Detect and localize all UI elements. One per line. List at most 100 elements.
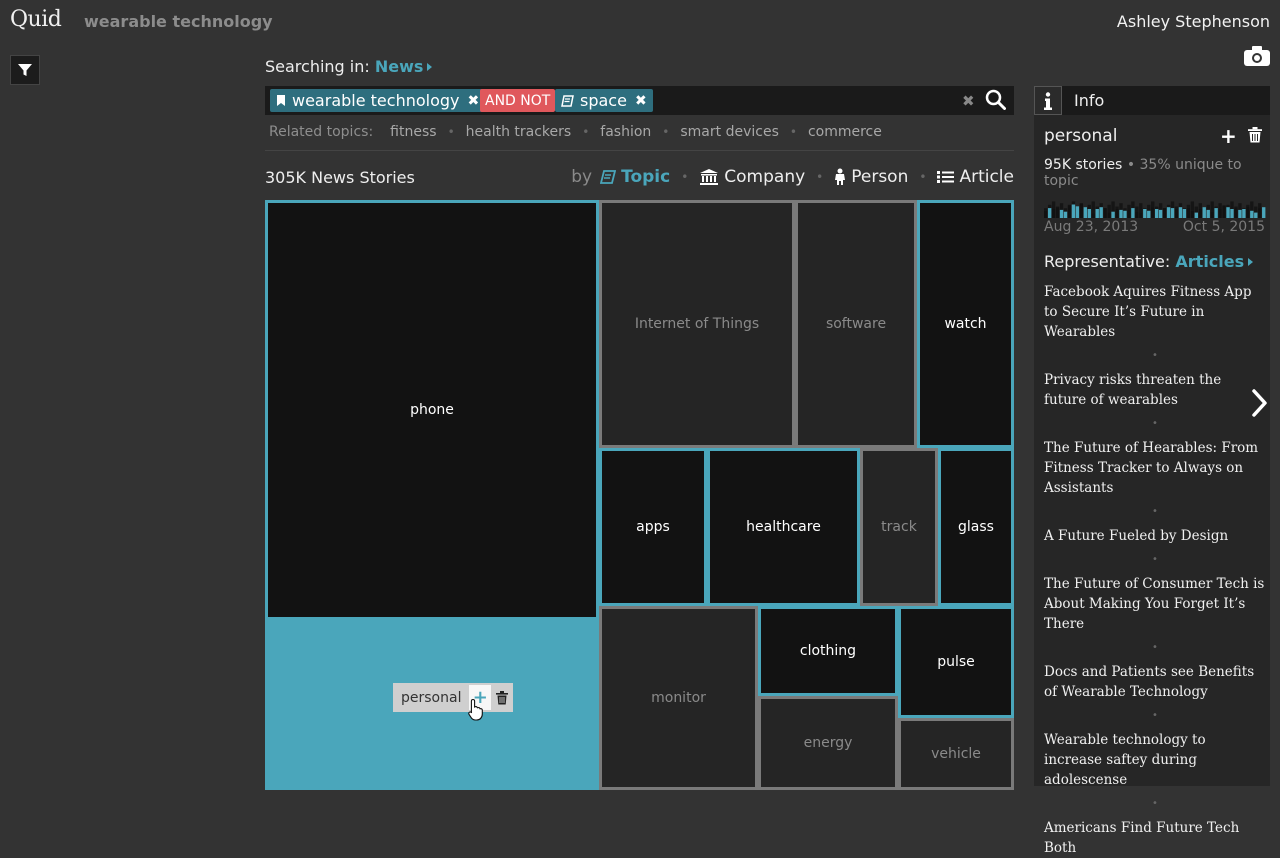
separator-dot: • [582,125,589,139]
related-topic-smart-devices[interactable]: smart devices [680,124,779,140]
treemap-cell-vehicle[interactable]: vehicle [898,718,1014,790]
info-button[interactable] [1034,86,1062,115]
filter-icon [17,62,33,78]
operator-label: AND NOT [485,93,550,109]
hand-cursor-icon [468,698,484,726]
cell-label: Internet of Things [635,316,759,332]
treemap-cell-energy[interactable]: energy [758,696,898,790]
search-bar[interactable]: wearable technology ✖ AND NOT space ✖ [265,86,1014,115]
articles-link[interactable]: Articles [1175,252,1255,271]
representative-heading: Representative: Articles [1044,252,1255,271]
separator-dot: • [681,170,688,184]
treemap-cell-software[interactable]: software [795,200,917,448]
app-title: wearable technology [84,12,273,31]
article-link[interactable]: Privacy risks threaten the future of wea… [1044,370,1266,410]
cell-label: apps [636,519,670,535]
topic-treemap: phone Internet of Things software watch … [265,200,1014,790]
article-link[interactable]: The Future of Consumer Tech is About Mak… [1044,574,1266,634]
cell-label: vehicle [931,746,981,762]
story-count: 305K News Stories [265,168,415,187]
cell-label: software [826,316,886,332]
story-count: 95K stories [1044,157,1122,173]
separator-dot: • [1044,342,1266,370]
treemap-cell-clothing[interactable]: clothing [758,606,898,696]
article-link[interactable]: The Future of Hearables: From Fitness Tr… [1044,438,1266,498]
separator-dot: • [816,170,823,184]
separator-dot: • [1044,546,1266,574]
timeline-start-date: Aug 23, 2013 [1044,219,1138,235]
related-topic-health-trackers[interactable]: health trackers [466,124,572,140]
cell-label: clothing [800,643,856,659]
cell-label: phone [410,402,454,418]
related-topic-commerce[interactable]: commerce [808,124,882,140]
remove-chip-icon[interactable]: ✖ [635,93,647,109]
treemap-cell-internet-of-things[interactable]: Internet of Things [599,200,795,448]
cell-label: pulse [937,654,975,670]
separator-dot: • [448,125,455,139]
timeline-sparkline [1044,188,1266,218]
group-by-person[interactable]: Person [834,167,908,187]
separator-dot: • [662,125,669,139]
article-link[interactable]: Wearable technology to increase saftey d… [1044,730,1266,790]
treemap-cell-healthcare[interactable]: healthcare [707,448,860,606]
source-label: News [375,57,424,76]
related-topic-fitness[interactable]: fitness [390,124,436,140]
option-label: Article [959,167,1014,187]
camera-button[interactable] [1242,42,1272,70]
representative-articles: Facebook Aquires Fitness App to Secure I… [1044,282,1266,858]
info-icon [1044,92,1052,110]
next-arrow-icon[interactable] [1250,388,1270,422]
article-link[interactable]: Facebook Aquires Fitness App to Secure I… [1044,282,1266,342]
separator-dot: • [1044,410,1266,438]
article-link[interactable]: Docs and Patients see Benefits of Wearab… [1044,662,1266,702]
source-dropdown[interactable]: News [375,57,435,76]
selected-topic-title: personal [1044,126,1117,146]
article-link[interactable]: A Future Fueled by Design [1044,526,1266,546]
article-link[interactable]: Americans Find Future Tech Both [1044,818,1266,858]
search-chip-wearable-technology[interactable]: wearable technology ✖ [270,89,485,112]
treemap-cell-apps[interactable]: apps [599,448,707,606]
divider [265,150,1014,151]
separator-dot: • [1044,790,1266,818]
camera-icon [1243,45,1271,67]
cell-label: energy [804,735,853,751]
search-chip-space[interactable]: space ✖ [555,89,653,112]
trash-icon[interactable] [491,691,513,705]
bookmark-icon [276,94,286,107]
treemap-cell-pulse[interactable]: pulse [898,606,1014,718]
treemap-cell-watch[interactable]: watch [917,200,1014,448]
by-label: by [571,167,592,187]
treemap-cell-track[interactable]: track [860,448,938,606]
cell-label: healthcare [746,519,821,535]
cell-label: monitor [651,690,706,706]
related-topic-fashion[interactable]: fashion [600,124,651,140]
quid-logo[interactable]: Quid [10,7,61,32]
group-by-selector: by Topic • Company • Person • Article [571,167,1014,187]
info-label: Info [1074,91,1104,110]
treemap-cell-phone[interactable]: phone [265,200,599,620]
related-topics: Related topics: fitness • health tracker… [269,124,882,140]
separator-dot: • [1044,498,1266,526]
user-name[interactable]: Ashley Stephenson [1117,12,1270,31]
book-icon [600,170,616,184]
info-panel-header: Info [1034,86,1270,115]
search-button[interactable] [985,89,1006,114]
filter-button[interactable] [10,55,40,85]
related-label: Related topics: [269,124,373,140]
add-icon[interactable]: + [1220,124,1237,148]
group-by-company[interactable]: Company [699,167,805,187]
trash-icon[interactable] [1248,127,1262,147]
group-by-topic[interactable]: Topic [600,167,670,187]
chip-label: wearable technology [292,91,460,110]
timeline-end-date: Oct 5, 2015 [1183,219,1265,235]
option-label: Person [851,167,908,187]
treemap-cell-glass[interactable]: glass [938,448,1014,606]
clear-search-icon[interactable]: ✖ [962,92,975,110]
group-by-article[interactable]: Article [937,167,1014,187]
and-not-operator[interactable]: AND NOT [480,89,555,112]
separator-dot: • [790,125,797,139]
treemap-cell-monitor[interactable]: monitor [599,606,758,790]
remove-chip-icon[interactable]: ✖ [468,93,480,109]
caret-right-icon [426,62,434,72]
articles-link-label: Articles [1175,252,1244,271]
